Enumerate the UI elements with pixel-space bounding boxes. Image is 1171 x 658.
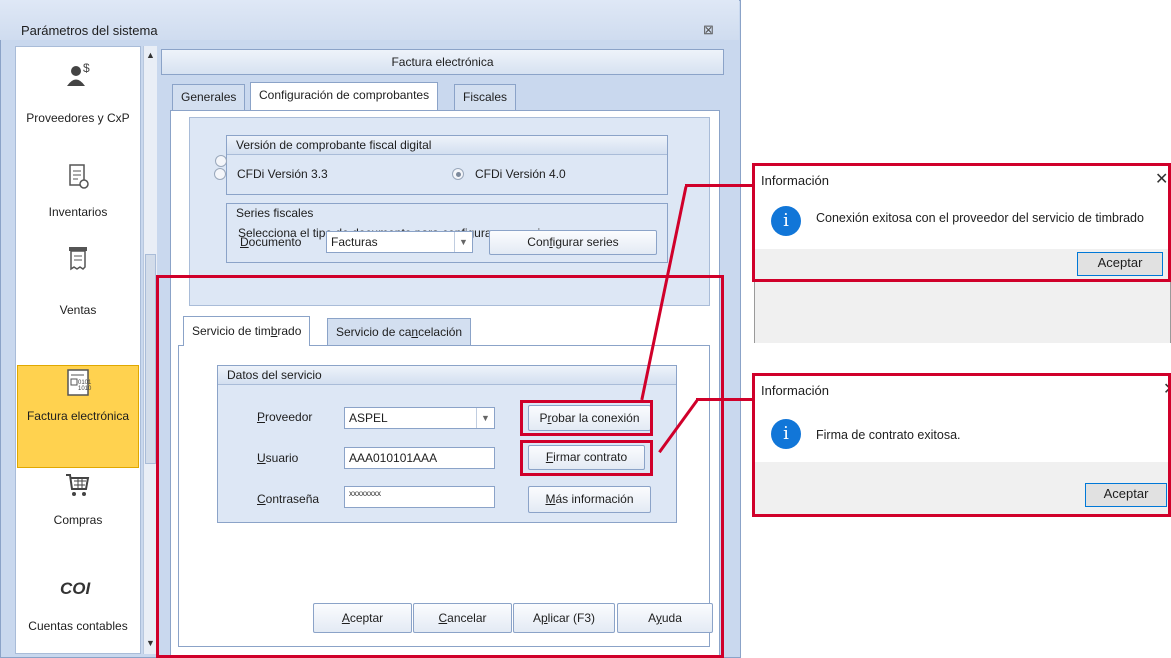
sidebar-item-label: Compras — [53, 513, 103, 527]
sidebar-item-ventas[interactable]: Ventas — [16, 243, 140, 323]
version-group-title: Versión de comprobante fiscal digital — [227, 136, 667, 155]
supplier-money-icon: $ — [67, 61, 90, 86]
tab-generales[interactable]: Generales — [172, 84, 246, 110]
radio-cfdi-40[interactable] — [452, 168, 464, 180]
sidebar-item-label: Inventarios — [48, 205, 108, 219]
sidebar-item-factura[interactable]: 0101 1010 Factura electrónica — [16, 365, 140, 468]
window-title: Parámetros del sistema — [21, 23, 158, 38]
inventory-icon — [69, 164, 89, 189]
series-group-title: Series fiscales — [236, 206, 314, 220]
sidebar-item-label: Proveedores y CxP — [26, 111, 130, 125]
highlight-dialog-connection — [752, 163, 1171, 282]
tab-fiscales[interactable]: Fiscales — [454, 84, 517, 110]
radio-dot — [456, 172, 461, 177]
scroll-up-icon[interactable]: ▲ — [146, 50, 155, 60]
highlight-test-button — [520, 400, 653, 436]
sidebar-item-compras[interactable]: Compras — [16, 469, 140, 539]
sidebar-item-label: Cuentas contables — [28, 619, 128, 633]
sidebar-item-inventarios[interactable]: Inventarios — [16, 157, 140, 227]
version-group: Versión de comprobante fiscal digital — [215, 135, 668, 195]
radio-cfdi-33[interactable] — [214, 168, 226, 180]
radio-cfdi-40-label: CFDi Versión 4.0 — [475, 167, 566, 181]
svg-text:1010: 1010 — [78, 386, 92, 392]
window-titlebar: Parámetros del sistema ⊠ — [0, 0, 739, 40]
scroll-down-icon[interactable]: ▼ — [146, 638, 155, 648]
sidebar-item-label: Ventas — [59, 303, 97, 317]
document-select[interactable]: Facturas ▼ — [326, 231, 473, 253]
invoice-icon: 0101 1010 — [67, 369, 92, 396]
cart-icon — [66, 474, 90, 496]
highlight-sign-button — [520, 440, 653, 476]
connector-line — [696, 398, 754, 401]
sidebar: $ Proveedores y CxP Inventarios Ventas 0… — [15, 46, 141, 654]
close-icon[interactable]: ⊠ — [703, 22, 714, 38]
sales-icon — [69, 247, 87, 271]
chevron-down-icon[interactable]: ▼ — [454, 232, 472, 252]
svg-text:$: $ — [83, 61, 90, 75]
sidebar-scrollbar[interactable]: ▲ ▼ — [143, 46, 157, 654]
panel-header: Factura electrónica — [161, 49, 724, 75]
coi-icon: COI — [60, 579, 91, 598]
document-label: Documento — [240, 235, 302, 249]
radio-cfdi-33-label: CFDi Versión 3.3 — [237, 167, 328, 181]
configure-series-button[interactable]: Configurar series — [489, 230, 657, 255]
sidebar-item-cuentas[interactable]: COI Cuentas contables — [16, 555, 140, 645]
sidebar-item-label: Factura electrónica — [26, 409, 130, 423]
tab-servicio-timbrado[interactable]: Servicio de timbrado — [183, 316, 311, 346]
scrollbar-thumb[interactable] — [145, 254, 156, 464]
connector-line — [685, 184, 754, 187]
sidebar-item-proveedores[interactable]: $ Proveedores y CxP — [16, 55, 140, 135]
tab-configuracion-comprobantes[interactable]: Configuración de comprobantes — [250, 82, 439, 110]
document-select-value: Facturas — [331, 235, 378, 249]
highlight-dialog-contract — [752, 373, 1171, 517]
